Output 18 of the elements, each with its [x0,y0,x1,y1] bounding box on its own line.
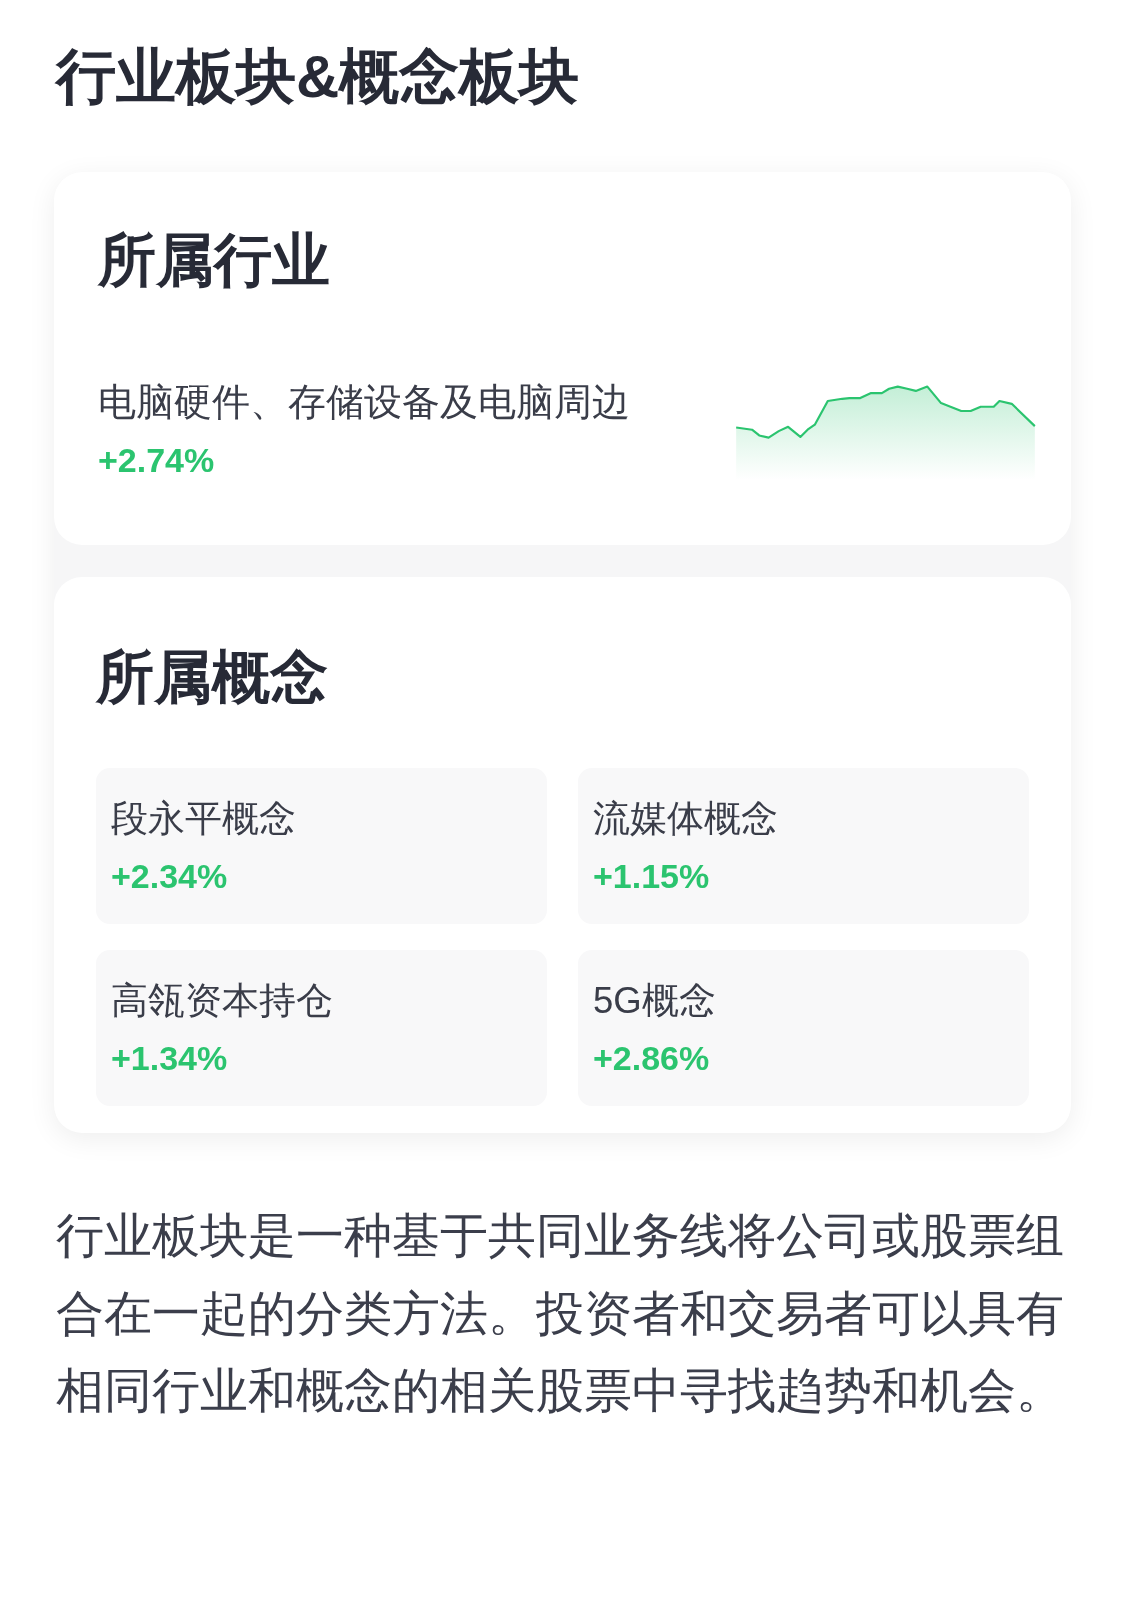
concept-tile[interactable]: 高瓴资本持仓 +1.34% [96,950,547,1106]
change-percent: +2.86% [593,1038,710,1079]
description-paragraph: 行业板块是一种基于共同业务线将公司或股票组合在一起的分类方法。投资者和交易者可以具有相同行业和概念的相关股票中寻找趋势和机会。 [56,1208,1065,1419]
concept-name: 流媒体概念 [593,797,778,841]
concept-tile[interactable]: 段永平概念 +2.34% [96,768,547,924]
concept-tile[interactable]: 流媒体概念 +1.15% [578,768,1029,924]
concept-name: 高瓴资本持仓 [111,979,333,1023]
change-percent: +1.15% [593,856,710,897]
change-percent: +1.34% [111,1038,228,1079]
concept-tile[interactable]: 5G概念 +2.86% [578,950,1029,1106]
industry-name: 电脑硬件、存储设备及电脑周边 [98,380,630,425]
card-heading: 所属行业 [98,226,330,293]
change-percent: +2.34% [111,856,228,897]
concept-name: 5G概念 [593,979,716,1023]
change-percent: +2.74% [98,440,215,481]
card-heading: 所属概念 [96,643,328,710]
concept-name: 段永平概念 [111,797,296,841]
section-title: 行业板块&概念板块 [56,42,580,112]
